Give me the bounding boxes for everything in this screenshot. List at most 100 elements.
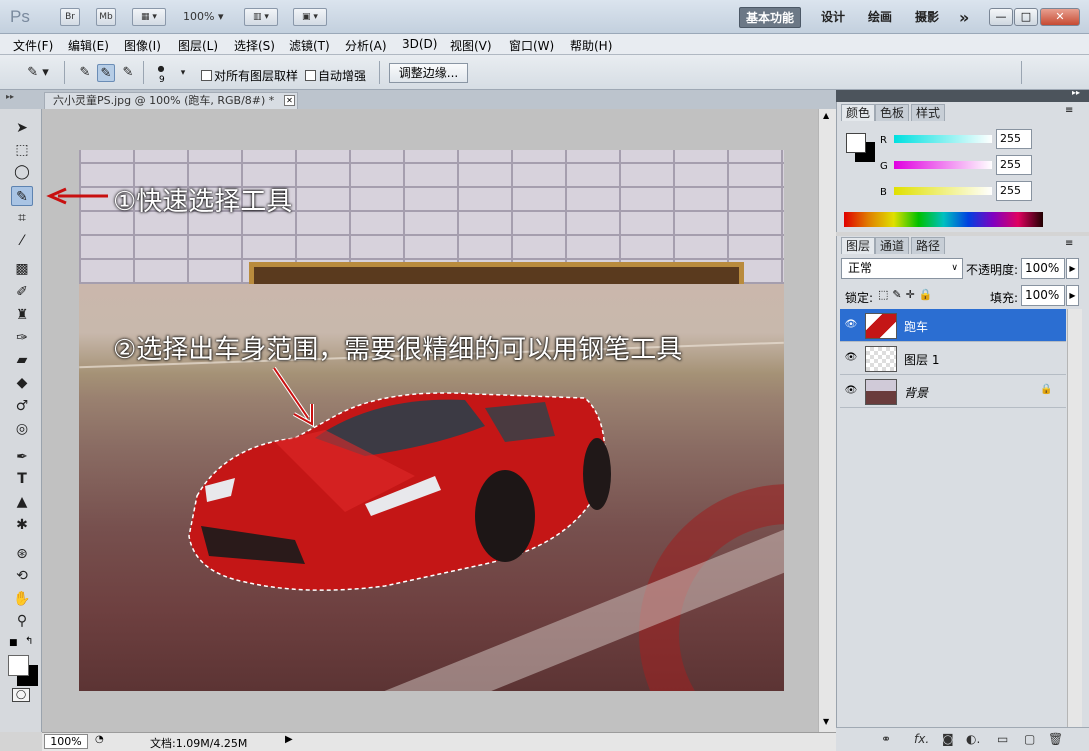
add-to-selection-icon[interactable]: ✎: [97, 64, 115, 82]
hand-tool-icon[interactable]: ✋: [11, 589, 33, 609]
workspace-more-icon[interactable]: »: [953, 7, 975, 28]
quick-mask-icon[interactable]: ◯: [12, 688, 30, 702]
zoom-dropdown[interactable]: 100% ▾: [183, 10, 223, 23]
blue-slider[interactable]: [894, 187, 992, 195]
lasso-tool-icon[interactable]: ◯: [11, 162, 33, 182]
3d-rotate-tool-icon[interactable]: ⊛: [11, 544, 33, 564]
shape-tool-icon[interactable]: ✱: [11, 515, 33, 535]
history-brush-tool-icon[interactable]: ✑: [11, 328, 33, 348]
menu-file[interactable]: 文件(F): [13, 37, 53, 54]
fill-input[interactable]: 100%: [1021, 285, 1065, 306]
new-selection-icon[interactable]: ✎: [76, 64, 94, 82]
eye-icon[interactable]: 👁: [844, 319, 858, 333]
bridge-button[interactable]: Br: [60, 8, 80, 26]
arrange-documents-button[interactable]: ▥ ▾: [244, 8, 278, 26]
link-layers-icon[interactable]: ⚭: [881, 732, 891, 746]
marquee-tool-icon[interactable]: ⬚: [11, 140, 33, 160]
layer-row-car[interactable]: 👁 跑车: [840, 309, 1066, 342]
red-slider[interactable]: [894, 135, 992, 143]
zoom-tool-icon[interactable]: ⚲: [11, 611, 33, 631]
close-document-icon[interactable]: ✕: [284, 95, 295, 106]
status-info-icon[interactable]: ◔: [95, 734, 104, 745]
auto-enhance-checkbox[interactable]: 自动增强: [305, 67, 366, 84]
menu-3d[interactable]: 3D(D): [402, 37, 437, 51]
status-zoom-field[interactable]: 100%: [44, 734, 88, 749]
menu-help[interactable]: 帮助(H): [570, 37, 612, 54]
workspace-photography[interactable]: 摄影: [909, 7, 945, 28]
move-tool-icon[interactable]: ➤: [11, 118, 33, 138]
path-selection-tool-icon[interactable]: ▲: [11, 492, 33, 512]
close-button[interactable]: ✕: [1040, 8, 1080, 26]
eye-icon[interactable]: 👁: [844, 352, 858, 366]
tab-channels[interactable]: 通道: [875, 237, 910, 254]
spot-healing-tool-icon[interactable]: ▩: [11, 259, 33, 279]
color-fg-swatch[interactable]: [846, 133, 866, 153]
view-extras-button[interactable]: ▦ ▾: [132, 8, 166, 26]
menu-window[interactable]: 窗口(W): [509, 37, 554, 54]
workspace-design[interactable]: 设计: [815, 7, 851, 28]
workspace-painting[interactable]: 绘画: [862, 7, 898, 28]
crop-tool-icon[interactable]: ⌗: [11, 208, 33, 228]
fill-arrow-icon[interactable]: ▶: [1066, 285, 1079, 306]
swap-colors-icon[interactable]: ↰: [25, 636, 33, 647]
lock-icons[interactable]: ⬚✎✛🔒: [878, 288, 937, 301]
default-colors-icon[interactable]: ■: [9, 638, 18, 648]
tab-paths[interactable]: 路径: [911, 237, 946, 254]
menu-filter[interactable]: 滤镜(T): [289, 37, 330, 54]
eyedropper-tool-icon[interactable]: ⁄: [11, 231, 33, 251]
subtract-selection-icon[interactable]: ✎: [119, 64, 137, 82]
menu-image[interactable]: 图像(I): [124, 37, 161, 54]
clone-stamp-tool-icon[interactable]: ♜: [11, 305, 33, 325]
menu-view[interactable]: 视图(V): [450, 37, 492, 54]
opacity-input[interactable]: 100%: [1021, 258, 1065, 279]
tab-layers[interactable]: 图层: [841, 237, 876, 254]
quick-selection-tool-icon[interactable]: ✎: [11, 186, 33, 206]
layers-scrollbar[interactable]: [1067, 309, 1082, 727]
scroll-down-icon[interactable]: ▼: [823, 717, 829, 726]
layer-row-layer1[interactable]: 👁 图层 1: [840, 342, 1066, 375]
eraser-tool-icon[interactable]: ▰: [11, 350, 33, 370]
minibridge-button[interactable]: Mb: [96, 8, 116, 26]
color-spectrum[interactable]: [844, 212, 1043, 227]
blur-tool-icon[interactable]: ◎: [11, 419, 33, 439]
refine-edge-button[interactable]: 调整边缘...: [389, 63, 468, 83]
tab-color[interactable]: 颜色: [841, 104, 876, 121]
3d-orbit-tool-icon[interactable]: ⟲: [11, 566, 33, 586]
screen-mode-button[interactable]: ▣ ▾: [293, 8, 327, 26]
tool-preset-picker[interactable]: ✎ ▾: [22, 64, 54, 82]
delete-layer-icon[interactable]: 🗑: [1048, 732, 1063, 746]
opacity-arrow-icon[interactable]: ▶: [1066, 258, 1079, 279]
menu-select[interactable]: 选择(S): [234, 37, 275, 54]
fx-icon[interactable]: fx.: [914, 732, 929, 746]
panel-menu-icon[interactable]: ≡: [1065, 238, 1073, 249]
sample-all-layers-checkbox[interactable]: 对所有图层取样: [201, 67, 298, 84]
brush-tool-icon[interactable]: ✐: [11, 282, 33, 302]
document-tab[interactable]: 六小灵童PS.jpg @ 100% (跑车, RGB/8#) *: [44, 92, 298, 109]
collapse-panels-icon[interactable]: ▸▸: [1072, 88, 1080, 97]
type-tool-icon[interactable]: T: [11, 469, 33, 489]
blend-mode-select[interactable]: 正常 ∨: [841, 258, 963, 279]
layer-row-background[interactable]: 👁 背景 🔒: [840, 375, 1066, 408]
minimize-button[interactable]: —: [989, 8, 1013, 26]
new-group-icon[interactable]: ▭: [997, 732, 1008, 746]
new-layer-icon[interactable]: ▢: [1024, 732, 1035, 746]
adjustment-layer-icon[interactable]: ◐.: [966, 732, 980, 746]
blue-value[interactable]: 255: [996, 181, 1032, 201]
pen-tool-icon[interactable]: ✒: [11, 447, 33, 467]
menu-analysis[interactable]: 分析(A): [345, 37, 387, 54]
green-slider[interactable]: [894, 161, 992, 169]
scroll-up-icon[interactable]: ▲: [823, 111, 829, 120]
foreground-color-swatch[interactable]: [8, 655, 29, 676]
dodge-tool-icon[interactable]: ♂: [11, 396, 33, 416]
menu-edit[interactable]: 编辑(E): [68, 37, 109, 54]
vertical-scrollbar[interactable]: ▲ ▼: [818, 109, 836, 732]
workspace-essentials[interactable]: 基本功能: [739, 7, 802, 28]
green-value[interactable]: 255: [996, 155, 1032, 175]
tab-styles[interactable]: 样式: [911, 104, 946, 121]
paint-bucket-tool-icon[interactable]: ◆: [11, 373, 33, 393]
tab-swatches[interactable]: 色板: [875, 104, 910, 121]
panel-menu-icon[interactable]: ≡: [1065, 105, 1073, 116]
menu-layer[interactable]: 图层(L): [178, 37, 218, 54]
red-value[interactable]: 255: [996, 129, 1032, 149]
eye-icon[interactable]: 👁: [844, 385, 858, 399]
